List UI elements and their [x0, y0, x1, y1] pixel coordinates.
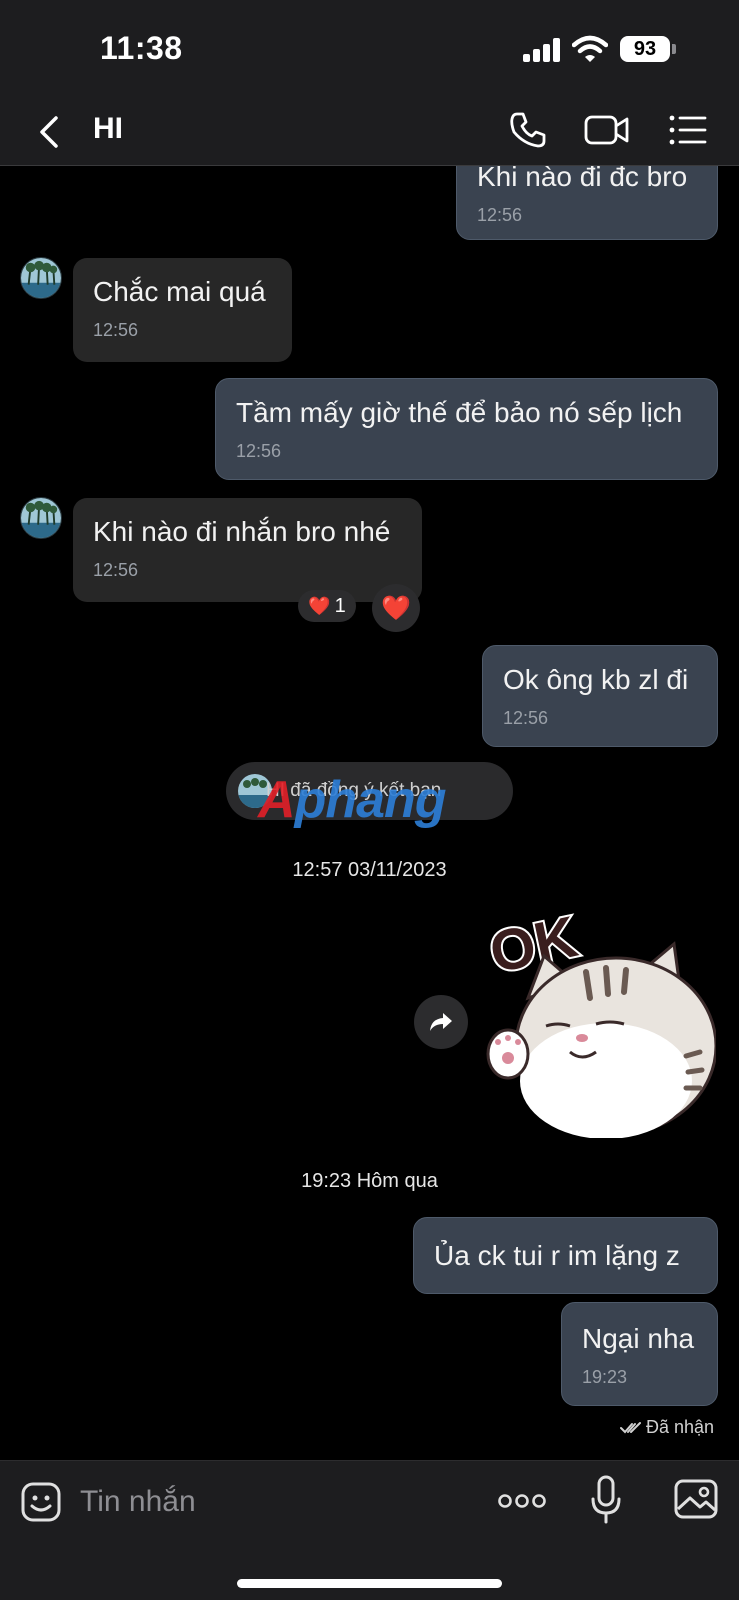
wifi-icon: [572, 35, 608, 62]
date-divider: 12:57 03/11/2023: [292, 859, 447, 881]
message-bubble-incoming[interactable]: Khi nào đi nhắn bro nhé 12:56: [73, 498, 422, 602]
battery-tip: [672, 44, 676, 54]
message-time: 19:23: [582, 1367, 628, 1387]
microphone-icon[interactable]: [590, 1475, 622, 1525]
message-bubble-outgoing[interactable]: Ngại nha 19:23: [561, 1302, 718, 1406]
message-time: 12:56: [93, 560, 139, 580]
message-input[interactable]: [80, 1479, 460, 1525]
ok-cat-sticker[interactable]: OK: [486, 906, 716, 1138]
header-controls: HI: [0, 98, 739, 166]
chat-screen: 11:38 93 HI: [0, 0, 739, 1600]
message-time: 12:56: [503, 708, 549, 728]
back-button[interactable]: [30, 110, 70, 154]
message-text: Chắc mai quá: [93, 276, 266, 307]
date-divider: 19:23 Hôm qua: [301, 1170, 438, 1192]
message-bubble-outgoing[interactable]: Ủa ck tui r im lặng z: [413, 1217, 718, 1294]
contact-avatar[interactable]: [20, 497, 62, 539]
watermark-logo: Aphang: [258, 771, 447, 829]
home-indicator[interactable]: [237, 1579, 502, 1588]
sticker-emoji-icon[interactable]: [20, 1481, 62, 1523]
heart-icon: ❤️: [308, 595, 331, 616]
signal-icon: [523, 38, 561, 62]
react-heart-button[interactable]: ❤️: [372, 584, 420, 632]
message-text: Ủa ck tui r im lặng z: [434, 1240, 680, 1271]
menu-button[interactable]: [668, 110, 708, 150]
message-time: 12:56: [477, 205, 523, 225]
reaction-summary[interactable]: ❤️ 1: [298, 590, 356, 622]
forward-icon: [430, 1013, 452, 1031]
message-bubble-outgoing[interactable]: Tầm mấy giờ thế để bảo nó sếp lịch 12:56: [215, 378, 718, 480]
call-button[interactable]: [508, 110, 548, 150]
reaction-count: 1: [334, 594, 346, 617]
battery-indicator: 93: [620, 36, 670, 62]
video-call-button[interactable]: [584, 110, 630, 150]
header-title[interactable]: HI: [93, 112, 123, 146]
delivery-status: Đã nhận: [620, 1417, 714, 1438]
message-time: 12:56: [236, 441, 282, 461]
image-gallery-icon[interactable]: [674, 1479, 718, 1519]
message-text: Khi nào đi nhắn bro nhé: [93, 516, 391, 547]
message-composer: [0, 1460, 739, 1600]
message-time: 12:56: [93, 320, 139, 340]
message-text: Ngại nha: [582, 1323, 695, 1354]
message-text: Tầm mấy giờ thế để bảo nó sếp lịch: [236, 397, 683, 428]
delivery-status-text: Đã nhận: [646, 1417, 715, 1437]
status-time: 11:38: [100, 30, 183, 66]
message-text: Ok ông kb zl đi: [503, 664, 689, 695]
more-options-icon[interactable]: [498, 1491, 546, 1511]
status-bar: 11:38 93: [0, 0, 739, 98]
forward-button[interactable]: [414, 995, 468, 1049]
contact-avatar[interactable]: [20, 257, 62, 299]
heart-icon: ❤️: [381, 594, 411, 622]
message-bubble-outgoing[interactable]: Ok ông kb zl đi 12:56: [482, 645, 718, 747]
double-check-icon: [620, 1421, 641, 1433]
message-bubble-incoming[interactable]: Chắc mai quá 12:56: [73, 258, 292, 362]
